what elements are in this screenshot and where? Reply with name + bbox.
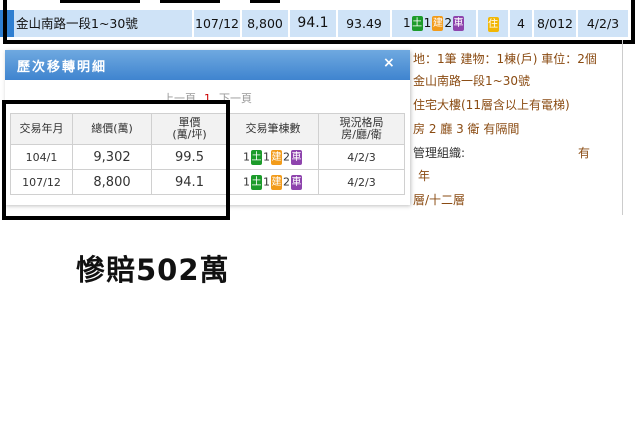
detail-building-type: 住宅大樓(11層含以上有電梯) bbox=[413, 98, 570, 112]
detail-counts: 地：1筆 建物：1棟(戶) 車位：2個 bbox=[413, 52, 597, 66]
highlight-box-table bbox=[2, 100, 230, 220]
close-icon[interactable]: × bbox=[383, 55, 395, 71]
land-icon: 土 bbox=[251, 149, 262, 165]
dialog-header: 歷次移轉明細 × bbox=[5, 50, 410, 80]
detail-address: 金山南路一段1~30號 bbox=[413, 74, 530, 88]
land-icon: 土 bbox=[251, 174, 262, 190]
detail-management-value: 有 bbox=[578, 146, 591, 160]
col-transaction-count: 交易筆棟數 bbox=[227, 113, 319, 145]
building-icon: 建 bbox=[271, 149, 282, 165]
parking-icon: 車 bbox=[291, 149, 302, 165]
dialog-title: 歷次移轉明細 bbox=[17, 60, 108, 75]
highlight-box-top bbox=[3, 0, 635, 44]
building-icon: 建 bbox=[271, 174, 282, 190]
col-layout: 現況格局 房/廳/衛 bbox=[318, 113, 405, 145]
caption-text: 慘賠502萬 bbox=[76, 253, 230, 287]
detail-management-label: 管理組織: bbox=[413, 146, 466, 160]
detail-floor: 層/十二層 bbox=[413, 193, 466, 207]
parking-icon: 車 bbox=[291, 174, 302, 190]
detail-rooms: 房 2 廳 3 衛 有隔間 bbox=[413, 122, 520, 136]
detail-age: 年 bbox=[418, 169, 431, 183]
